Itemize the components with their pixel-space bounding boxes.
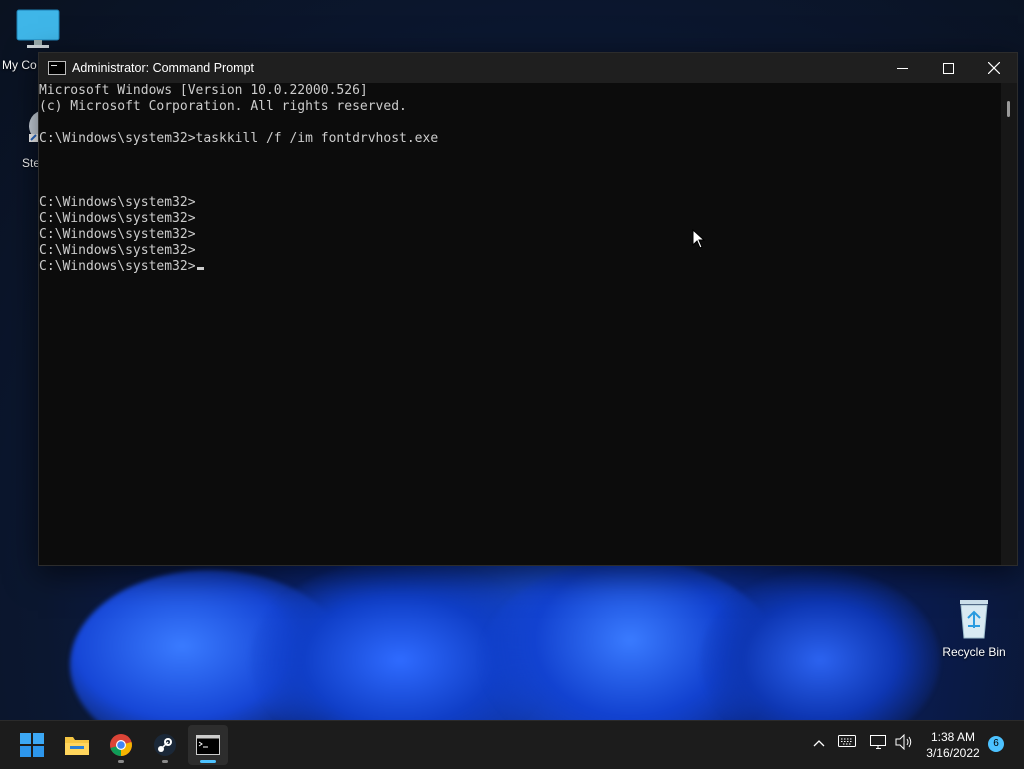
taskbar-chrome[interactable]: [101, 725, 141, 765]
console-line: C:\Windows\system32>: [39, 227, 196, 242]
keyboard-icon[interactable]: [837, 734, 857, 750]
chrome-icon: [110, 734, 132, 756]
volume-icon[interactable]: [894, 733, 914, 753]
taskbar-file-explorer[interactable]: [57, 725, 97, 765]
desktop-icon-label: My Co: [2, 58, 37, 72]
console-line: (c) Microsoft Corporation. All rights re…: [39, 99, 407, 114]
start-button[interactable]: [12, 725, 52, 765]
desktop-icon-recycle-bin[interactable]: Recycle Bin: [936, 596, 1012, 659]
desktop-icon-label: Recycle Bin: [942, 645, 1006, 659]
scrollbar-thumb[interactable]: [1007, 101, 1010, 117]
console-prompt-line[interactable]: C:\Windows\system32>: [39, 259, 1001, 275]
taskbar-command-prompt[interactable]: [188, 725, 228, 765]
running-indicator: [162, 760, 168, 763]
taskbar-steam[interactable]: [145, 725, 185, 765]
active-indicator: [200, 760, 216, 763]
mouse-pointer-icon: [692, 228, 706, 254]
console-line: C:\Windows\system32>: [39, 195, 196, 210]
maximize-icon: [942, 62, 954, 74]
title-bar[interactable]: Administrator: Command Prompt: [39, 53, 1017, 83]
notification-badge[interactable]: 6: [988, 736, 1004, 752]
minimize-button[interactable]: [879, 53, 925, 83]
window-title: Administrator: Command Prompt: [72, 61, 255, 75]
monitor-icon: [0, 8, 76, 53]
maximize-button[interactable]: [925, 53, 971, 83]
cmd-icon: [196, 735, 220, 755]
desktop-icon-my-computer[interactable]: My Co: [0, 8, 76, 72]
system-clock[interactable]: 1:38 AM 3/16/2022: [920, 729, 986, 761]
close-icon: [988, 62, 1000, 74]
show-hidden-icons-chevron[interactable]: [809, 734, 829, 750]
taskbar: 1:38 AM 3/16/2022: [0, 720, 1024, 769]
close-button[interactable]: [971, 53, 1017, 83]
cmd-icon: [48, 61, 66, 75]
text-cursor: [196, 267, 204, 270]
console-prompt: C:\Windows\system32>: [39, 259, 196, 274]
steam-icon: [154, 734, 176, 756]
windows-start-icon: [20, 733, 44, 757]
console-line: Microsoft Windows [Version 10.0.22000.52…: [39, 83, 368, 98]
command-prompt-window[interactable]: Administrator: Command Prompt Microsoft …: [38, 52, 1018, 566]
minimize-icon: [896, 67, 908, 69]
console-line: C:\Windows\system32>: [39, 243, 196, 258]
folder-icon: [65, 737, 89, 755]
console-line: C:\Windows\system32>taskkill /f /im font…: [39, 131, 439, 146]
chevron-up-icon: [813, 740, 825, 747]
network-icon[interactable]: [869, 734, 889, 753]
recycle-bin-icon: [936, 596, 1012, 643]
vertical-scrollbar[interactable]: [1001, 83, 1017, 565]
clock-date: 3/16/2022: [926, 746, 980, 760]
console-line: C:\Windows\system32>: [39, 211, 196, 226]
console-output[interactable]: Microsoft Windows [Version 10.0.22000.52…: [39, 83, 1001, 565]
clock-time: 1:38 AM: [930, 730, 976, 744]
running-indicator: [118, 760, 124, 763]
